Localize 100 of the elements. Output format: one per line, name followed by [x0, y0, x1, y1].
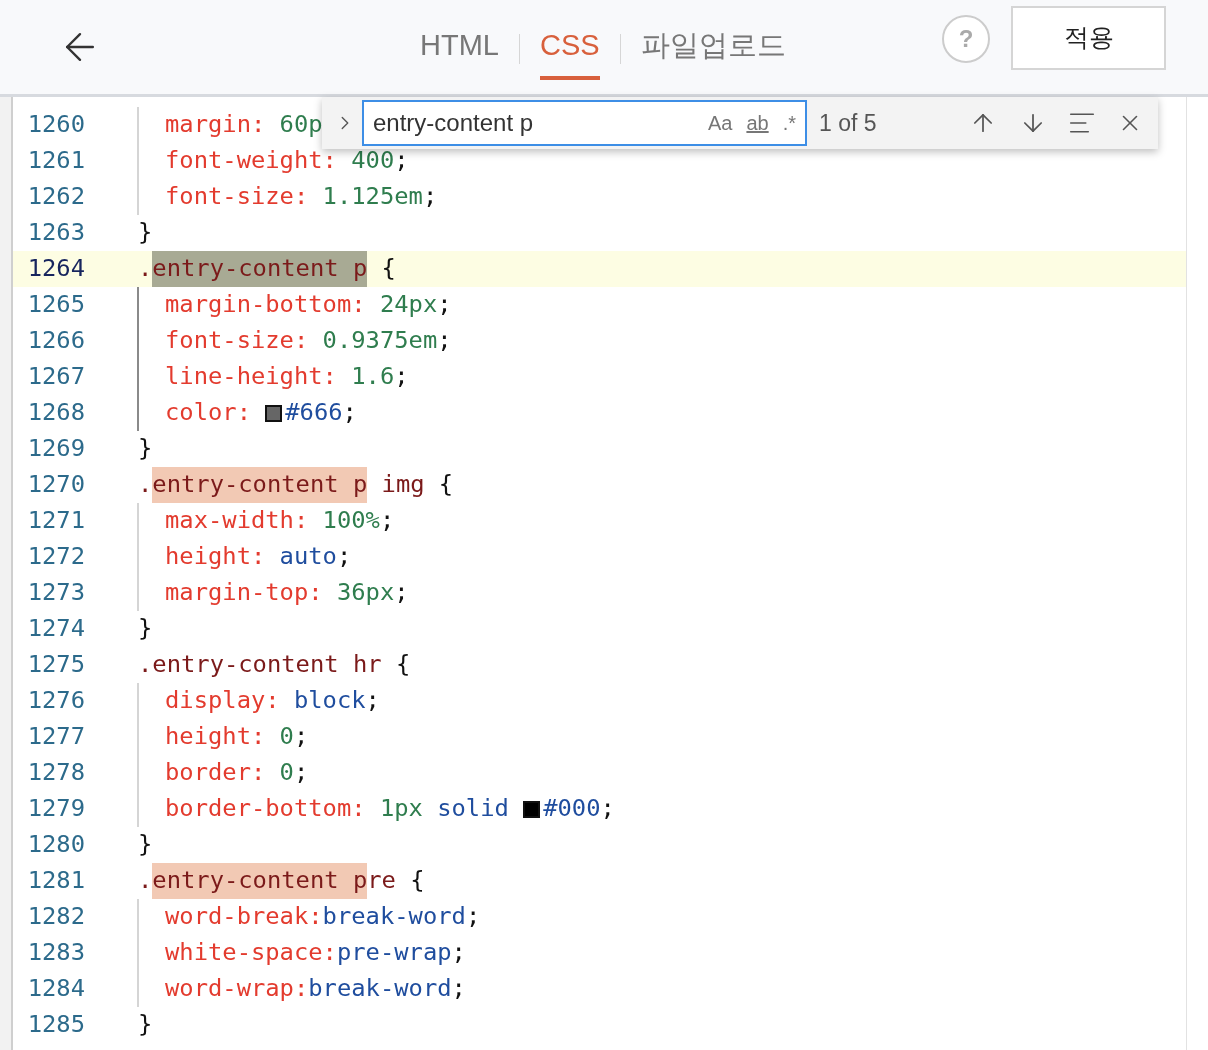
line-number: 1266	[26, 325, 85, 357]
code-token: ;	[365, 685, 380, 717]
line-number: 1271	[26, 505, 85, 537]
code-token: re	[367, 865, 396, 897]
search-match: entry-content p	[152, 251, 368, 287]
code-token: ;	[342, 397, 357, 429]
code-token: display:	[165, 685, 280, 717]
code-token: ;	[293, 721, 309, 753]
code-token: ;	[451, 973, 466, 1005]
code-token: height:	[165, 721, 266, 753]
code-token: margin-top:	[165, 577, 323, 609]
code-token: #666	[285, 397, 343, 429]
code-token: font-size:	[165, 181, 309, 213]
line-number: 1282	[26, 901, 85, 933]
code-token: 0	[278, 721, 294, 753]
code-token: block	[292, 685, 366, 717]
line-number: 1268	[26, 397, 85, 429]
code-token: 36px	[335, 577, 395, 609]
line-number: 1272	[26, 541, 85, 573]
search-match: entry-content p	[152, 863, 368, 899]
line-number: 1279	[26, 793, 85, 825]
code-token: 100%	[321, 505, 380, 537]
code-token: }	[138, 613, 153, 645]
code-token: }	[138, 217, 153, 249]
line-number: 1264	[26, 253, 85, 285]
code-token: img	[380, 469, 425, 501]
line-number: 1262	[26, 181, 85, 213]
find-option[interactable]: .*	[782, 108, 796, 138]
code-token: ;	[394, 145, 409, 177]
code-token: solid	[436, 793, 510, 825]
code-token: 400	[350, 145, 395, 177]
editor-tab[interactable]: 파일업로드	[640, 18, 786, 80]
code-token: ;	[379, 505, 395, 537]
code-token: }	[138, 1009, 153, 1041]
code-token: 60p	[278, 109, 323, 141]
code-token: 0	[278, 757, 294, 789]
line-number: 1281	[26, 865, 85, 897]
code-token: max-width:	[165, 505, 309, 537]
line-number: 1270	[26, 469, 85, 501]
code-token: break-word	[322, 901, 466, 933]
code-token: height:	[165, 541, 266, 573]
code-token: line-height:	[165, 361, 337, 393]
code-token: word-break:	[165, 901, 323, 933]
code-token: {	[409, 865, 425, 897]
line-number: 1265	[26, 289, 85, 321]
code-token: ;	[336, 541, 352, 573]
code-token: ;	[394, 361, 409, 393]
match-count: 1 of 5	[819, 108, 877, 138]
line-number: 1267	[26, 361, 85, 393]
code-token: }	[138, 433, 153, 465]
line-number: 1261	[26, 145, 85, 177]
code-token: {	[380, 253, 396, 285]
code-token: .	[138, 253, 153, 285]
code-token: .entry-content hr	[138, 649, 382, 681]
line-number: 1284	[26, 973, 85, 1005]
code-token: 24px	[378, 289, 438, 321]
code-token: 1.125em	[321, 181, 423, 213]
code-token: auto	[278, 541, 337, 573]
line-number: 1260	[26, 109, 85, 141]
find-option[interactable]: Aa	[707, 108, 733, 138]
code-token: ;	[437, 289, 452, 321]
code-token: }	[138, 829, 153, 861]
code-token: 0.9375em	[321, 325, 438, 357]
code-token: margin-bottom:	[165, 289, 366, 321]
code-token: {	[437, 469, 454, 501]
help-button[interactable]: ?	[942, 15, 990, 63]
line-number: 1269	[26, 433, 85, 465]
code-token: {	[394, 649, 411, 681]
code-token: 1px	[378, 793, 423, 825]
editor-tab[interactable]: HTML	[420, 18, 499, 80]
code-token: margin:	[165, 109, 266, 141]
line-number: 1280	[26, 829, 85, 861]
code-token: ;	[600, 793, 615, 825]
code-token: .	[138, 469, 153, 501]
code-token: ;	[422, 181, 438, 213]
code-token: word-wrap:	[165, 973, 309, 1005]
code-token: #000	[543, 793, 601, 825]
code-token: pre-wrap	[336, 937, 452, 969]
code-token: 1.6	[350, 361, 395, 393]
code-token: font-size:	[165, 325, 309, 357]
code-token: break-word	[308, 973, 452, 1005]
code-token: ;	[394, 577, 409, 609]
line-number: 1283	[26, 937, 85, 969]
line-number: 1277	[26, 721, 85, 753]
code-token: white-space:	[165, 937, 337, 969]
code-token: ;	[293, 757, 309, 789]
code-token: border:	[165, 757, 266, 789]
editor-tab[interactable]: CSS	[539, 18, 600, 80]
find-input[interactable]: entry-content p Aa ab .*	[362, 100, 807, 146]
find-option[interactable]: ab	[746, 108, 769, 138]
search-match: entry-content p	[152, 467, 368, 503]
code-token: ;	[451, 937, 466, 969]
line-number: 1276	[26, 685, 85, 717]
code-token: .	[138, 865, 153, 897]
apply-button[interactable]: 적용	[1011, 6, 1166, 70]
line-number: 1275	[26, 649, 85, 681]
line-number: 1263	[26, 217, 85, 249]
code-token: font-weight:	[165, 145, 337, 177]
code-token: border-bottom:	[165, 793, 366, 825]
line-number: 1274	[26, 613, 85, 645]
